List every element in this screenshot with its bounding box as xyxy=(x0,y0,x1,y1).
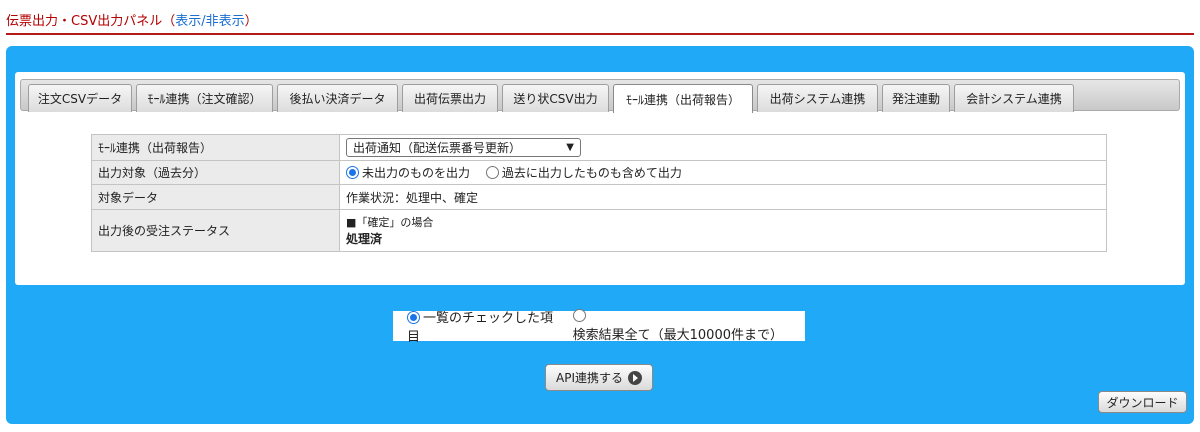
radio-unchecked[interactable] xyxy=(572,309,586,322)
paren-open: （ xyxy=(162,14,176,29)
settings-table: ﾓｰﾙ連携（出荷報告） 出荷通知（配送伝票番号更新） ▼ 出力対象（過去分） 未… xyxy=(91,134,1107,252)
panel-header: 伝票出力・CSV出力パネル（表示/非表示） xyxy=(6,10,258,29)
status-note: ■「確定」の場合 xyxy=(346,216,434,229)
chevron-down-icon: ▼ xyxy=(566,142,574,153)
radio-checked[interactable] xyxy=(407,311,420,324)
mall-link-select[interactable]: 出荷通知（配送伝票番号更新） ▼ xyxy=(346,138,581,157)
output-scope: 一覧のチェックした項目 検索結果全て（最大10000件まで） xyxy=(393,309,805,345)
tab-accounting-system[interactable]: 会計システム連携 xyxy=(954,84,1074,112)
table-row: 出力対象（過去分） 未出力のものを出力 過去に出力したものも含めて出力 xyxy=(91,160,1107,185)
panel-title: 伝票出力・CSV出力パネル xyxy=(6,14,163,29)
data-label: 対象データ xyxy=(91,184,340,210)
mall-link-label: ﾓｰﾙ連携（出荷報告） xyxy=(91,134,340,161)
api-button-label: API連携する xyxy=(556,371,623,385)
scope-option-all-results[interactable]: 検索結果全て（最大10000件まで） xyxy=(572,309,797,343)
radio-checked[interactable] xyxy=(346,166,359,179)
settings-card: 注文CSVデータ ﾓｰﾙ連携（注文確認） 後払い決済データ 出荷伝票出力 送り状… xyxy=(15,72,1185,285)
tab-mall-order-confirm[interactable]: ﾓｰﾙ連携（注文確認） xyxy=(136,84,273,112)
table-row: 対象データ 作業状況：処理中、確定 xyxy=(91,184,1107,210)
data-value: 作業状況：処理中、確定 xyxy=(339,184,1107,210)
target-option-include-past[interactable]: 過去に出力したものも含めて出力 xyxy=(485,166,682,180)
tab-bar: 注文CSVデータ ﾓｰﾙ連携（注文確認） 後払い決済データ 出荷伝票出力 送り状… xyxy=(20,79,1180,113)
table-row: ﾓｰﾙ連携（出荷報告） 出荷通知（配送伝票番号更新） ▼ xyxy=(91,134,1107,161)
download-button[interactable]: ダウンロード xyxy=(1098,391,1187,413)
mall-link-select-value: 出荷通知（配送伝票番号更新） xyxy=(353,141,522,155)
tab-mall-shipping-report[interactable]: ﾓｰﾙ連携（出荷報告） xyxy=(613,84,753,113)
tab-order-csv[interactable]: 注文CSVデータ xyxy=(28,84,132,112)
target-label: 出力対象（過去分） xyxy=(91,160,340,185)
paren-close: ） xyxy=(244,14,258,29)
status-label: 出力後の受注ステータス xyxy=(91,209,340,252)
header-divider xyxy=(6,33,1194,35)
visibility-toggle-link[interactable]: 表示/非表示 xyxy=(175,14,244,29)
table-row: 出力後の受注ステータス ■「確定」の場合 処理済 xyxy=(91,209,1107,252)
tab-invoice-csv[interactable]: 送り状CSV出力 xyxy=(502,84,609,112)
tab-order-link[interactable]: 発注連動 xyxy=(882,84,950,112)
api-link-button[interactable]: API連携する xyxy=(545,364,653,391)
scope-option-checked-items[interactable]: 一覧のチェックした項目 xyxy=(407,307,565,345)
status-value: 処理済 xyxy=(346,232,383,246)
tab-deferred-payment[interactable]: 後払い決済データ xyxy=(277,84,398,112)
tab-shipping-slip[interactable]: 出荷伝票出力 xyxy=(402,84,498,112)
tab-shipping-system[interactable]: 出荷システム連携 xyxy=(757,84,878,112)
arrow-circle-right-icon xyxy=(628,370,642,385)
target-option-unoutput[interactable]: 未出力のものを出力 xyxy=(346,166,470,180)
output-panel: 注文CSVデータ ﾓｰﾙ連携（注文確認） 後払い決済データ 出荷伝票出力 送り状… xyxy=(6,46,1194,424)
radio-unchecked[interactable] xyxy=(485,166,499,179)
